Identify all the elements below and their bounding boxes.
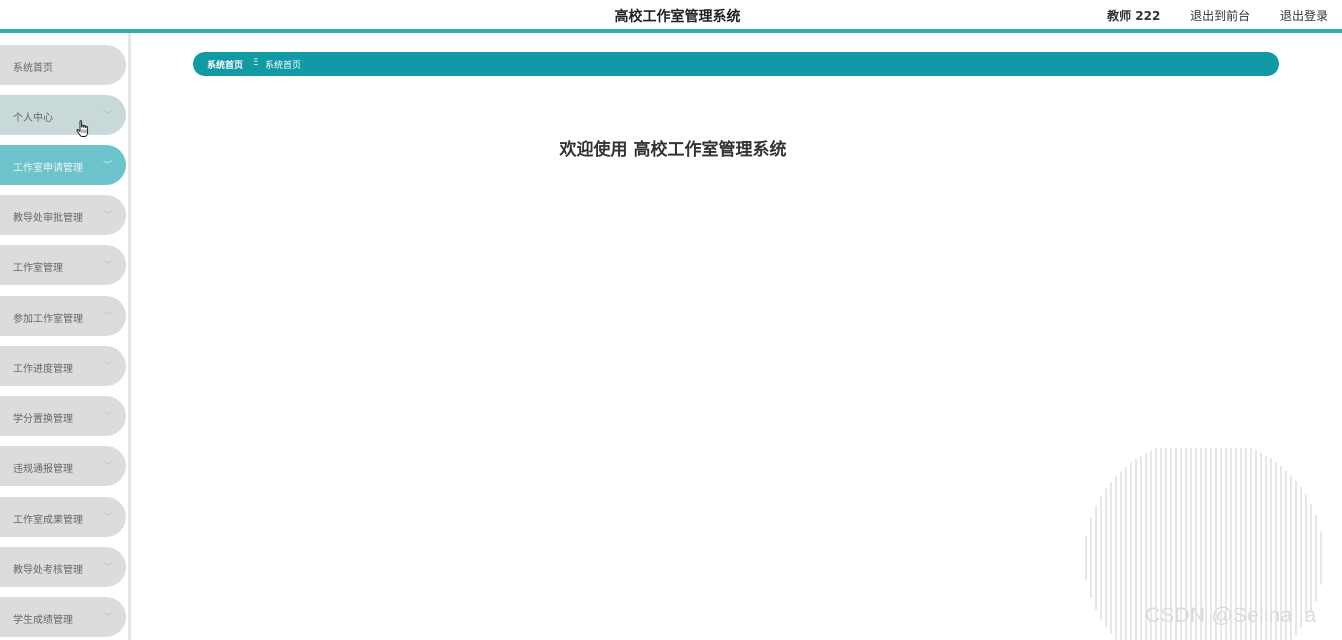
chevron-down-icon: ﹀ (103, 613, 113, 623)
sidebar-item-label: 教导处考核管理 (13, 565, 83, 576)
logout-link[interactable]: 退出登录 (1280, 9, 1328, 23)
sidebar-item-label: 工作室申请管理 (13, 163, 83, 174)
sidebar-item-credit-exchange[interactable]: 学分置换管理 ﹀ (0, 396, 126, 436)
welcome-system-name: 高校工作室管理系统 (633, 140, 787, 160)
header-accent-line (0, 29, 1342, 33)
chevron-down-icon: ﹀ (103, 111, 113, 121)
sidebar-item-label: 学生成绩管理 (13, 615, 73, 626)
watermark-text: CSDN @Selina .a (1145, 604, 1317, 627)
chevron-down-icon: ﹀ (103, 563, 113, 573)
chevron-down-icon: ﹀ (103, 261, 113, 271)
top-header: 高校工作室管理系统 教师 222 退出到前台 退出登录 (0, 0, 1342, 29)
breadcrumb-home-link[interactable]: 系统首页 (207, 58, 243, 71)
sidebar-item-personal-center[interactable]: 个人中心 ﹀ (0, 95, 126, 135)
user-label: 教师 222 (1107, 9, 1161, 23)
chevron-down-icon: ﹀ (103, 211, 113, 221)
sidebar-item-label: 教导处审批管理 (13, 213, 83, 224)
sidebar-item-label: 参加工作室管理 (13, 314, 83, 325)
sidebar-item-student-grades[interactable]: 学生成绩管理 ﹀ (0, 597, 126, 637)
sidebar-item-label: 工作进度管理 (13, 364, 73, 375)
chevron-down-icon: ﹀ (103, 462, 113, 472)
welcome-prefix: 欢迎使用 (559, 140, 628, 160)
sidebar-item-label: 违规通报管理 (13, 464, 73, 475)
chevron-down-icon: ﹀ (103, 312, 113, 322)
sidebar-menu: 系统首页 个人中心 ﹀ 工作室申请管理 ﹀ 教导处审批管理 ﹀ 工作室管理 ﹀ … (0, 33, 131, 640)
sidebar-item-home[interactable]: 系统首页 (0, 45, 126, 85)
breadcrumb-current: 系统首页 (265, 61, 302, 71)
sidebar-item-dean-approval[interactable]: 教导处审批管理 ﹀ (0, 195, 126, 235)
sidebar-item-label: 工作室成果管理 (13, 515, 83, 526)
header-user-area: 教师 222 退出到前台 退出登录 (1081, 7, 1328, 24)
sidebar-item-studio-achievements[interactable]: 工作室成果管理 ﹀ (0, 497, 126, 537)
back-to-front-link[interactable]: 退出到前台 (1190, 9, 1250, 23)
welcome-heading: 欢迎使用 高校工作室管理系统 (0, 135, 1342, 160)
sidebar-item-label: 工作室管理 (13, 263, 63, 274)
chevron-down-icon: ﹀ (103, 412, 113, 422)
breadcrumb: 系统首页 Ξ 系统首页 (193, 52, 1279, 76)
sidebar-item-dean-assessment[interactable]: 教导处考核管理 ﹀ (0, 547, 126, 587)
sidebar-item-violation-report[interactable]: 违规通报管理 ﹀ (0, 446, 126, 486)
sidebar-item-work-progress[interactable]: 工作进度管理 ﹀ (0, 346, 126, 386)
sidebar-item-label: 系统首页 (13, 63, 53, 74)
chevron-down-icon: ﹀ (103, 362, 113, 372)
breadcrumb-separator-icon: Ξ (253, 58, 259, 68)
sidebar-item-label: 学分置换管理 (13, 414, 73, 425)
sidebar-item-label: 个人中心 (13, 113, 53, 124)
sidebar-item-studio-management[interactable]: 工作室管理 ﹀ (0, 245, 126, 285)
sidebar-item-join-studio[interactable]: 参加工作室管理 ﹀ (0, 296, 126, 336)
chevron-down-icon: ﹀ (103, 513, 113, 523)
